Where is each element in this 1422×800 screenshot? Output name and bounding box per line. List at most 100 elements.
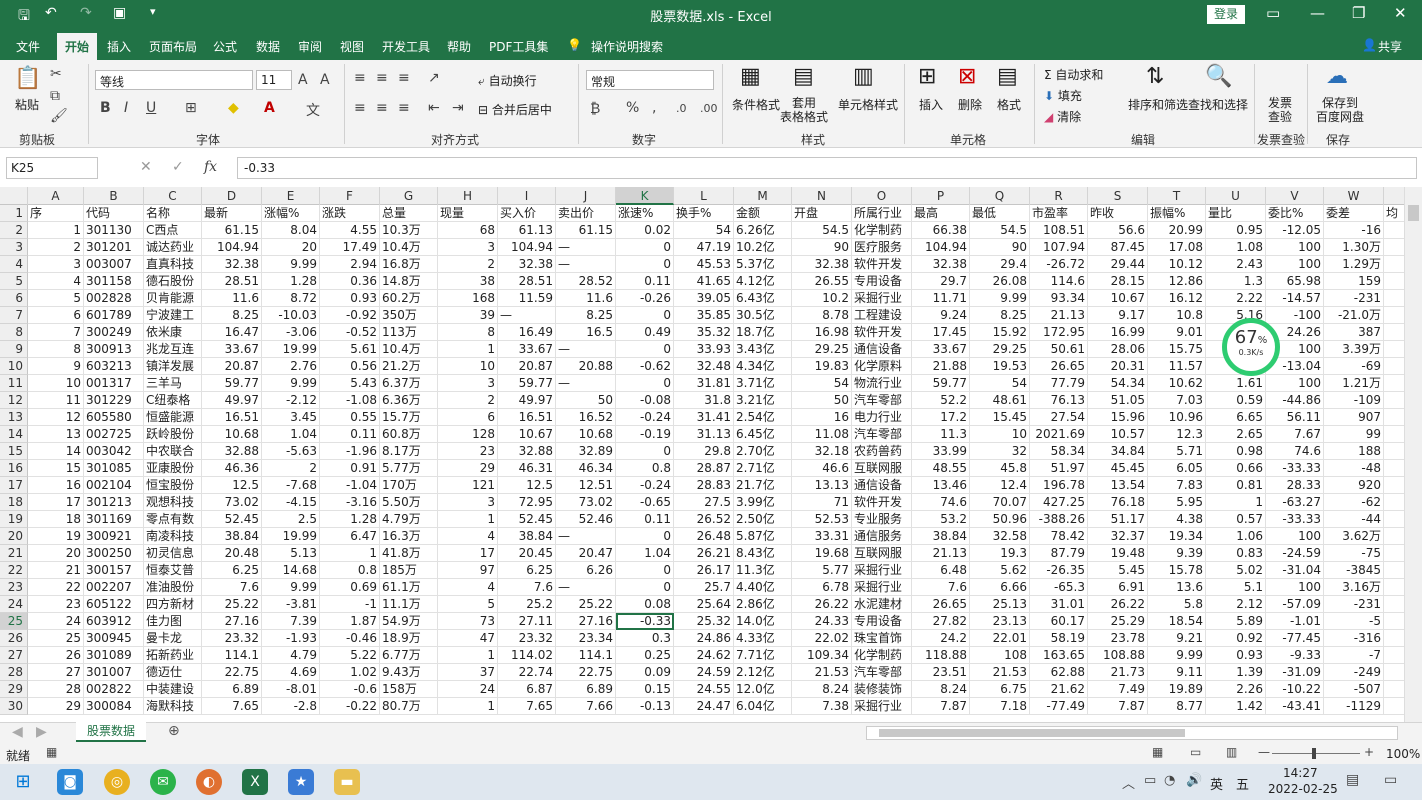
table-cell[interactable]: 33.99 (912, 443, 970, 460)
table-cell[interactable]: 7.39 (262, 613, 320, 630)
table-cell[interactable]: 12.0亿 (734, 681, 792, 698)
table-cell[interactable]: 7.87 (1088, 698, 1148, 715)
table-cell[interactable]: 1.28 (320, 511, 380, 528)
table-cell[interactable]: 114.6 (1030, 273, 1088, 290)
table-cell[interactable]: 恒泰艾普 (144, 562, 202, 579)
table-cell[interactable]: 28 (28, 681, 84, 698)
table-cell[interactable]: 104.94 (912, 239, 970, 256)
table-cell[interactable]: 3.99亿 (734, 494, 792, 511)
table-cell[interactable]: 物流行业 (852, 375, 912, 392)
table-cell[interactable]: 51.97 (1030, 460, 1088, 477)
table-cell[interactable]: 128 (438, 426, 498, 443)
table-cell[interactable]: 4.55 (320, 222, 380, 239)
table-cell[interactable]: 17 (438, 545, 498, 562)
ime-layout[interactable]: 五 (1236, 774, 1249, 793)
table-cell[interactable]: 18.9万 (380, 630, 438, 647)
table-cell[interactable]: 28.06 (1088, 341, 1148, 358)
insert-function-icon[interactable]: fx (204, 159, 217, 175)
table-cell[interactable]: -10.03 (262, 307, 320, 324)
table-cell[interactable]: 25.22 (556, 596, 616, 613)
cut-icon[interactable]: ✂ (50, 66, 62, 82)
tab-help[interactable]: 帮助 (447, 38, 471, 55)
table-cell[interactable]: 23.32 (498, 630, 556, 647)
table-cell[interactable]: 32.18 (792, 443, 852, 460)
column-header[interactable]: D (202, 187, 262, 205)
row-header[interactable]: 23 (0, 579, 28, 596)
table-cell[interactable]: 10.67 (1088, 290, 1148, 307)
table-cell[interactable]: 三羊马 (144, 375, 202, 392)
table-cell[interactable]: 28.51 (202, 273, 262, 290)
table-cell[interactable]: -0.24 (616, 409, 674, 426)
table-cell[interactable]: 603912 (84, 613, 144, 630)
row-header[interactable]: 25 (0, 613, 28, 630)
table-cell[interactable]: -65.3 (1030, 579, 1088, 596)
table-cell[interactable]: 32.38 (202, 256, 262, 273)
table-cell[interactable]: 301158 (84, 273, 144, 290)
table-cell[interactable]: 6.78 (792, 579, 852, 596)
table-cell[interactable]: 1.21万 (1324, 375, 1384, 392)
table-cell[interactable]: 20.87 (498, 358, 556, 375)
table-cell[interactable]: 0 (616, 239, 674, 256)
table-cell[interactable]: 装修装饰 (852, 681, 912, 698)
column-header[interactable]: W (1324, 187, 1384, 205)
table-cell[interactable]: 7 (28, 324, 84, 341)
row-header[interactable]: 7 (0, 307, 28, 324)
table-cell[interactable]: 002207 (84, 579, 144, 596)
table-cell[interactable]: 通信设备 (852, 341, 912, 358)
table-cell[interactable]: -62 (1324, 494, 1384, 511)
table-cell[interactable]: 24.47 (674, 698, 734, 715)
tell-me-search[interactable]: 操作说明搜索 (591, 38, 663, 55)
table-cell[interactable]: 汽车零部 (852, 664, 912, 681)
table-cell[interactable]: 5.77 (792, 562, 852, 579)
table-cell[interactable]: 13.13 (792, 477, 852, 494)
table-cell[interactable]: 11.3 (912, 426, 970, 443)
table-cell[interactable]: 21.2万 (380, 358, 438, 375)
table-cell[interactable]: 6.37万 (380, 375, 438, 392)
table-cell[interactable]: 医疗服务 (852, 239, 912, 256)
table-cell[interactable]: 62.88 (1030, 664, 1088, 681)
table-cell[interactable]: 7.71亿 (734, 647, 792, 664)
column-header[interactable]: A (28, 187, 84, 205)
table-cell[interactable]: 7.03 (1148, 392, 1206, 409)
table-cell[interactable]: 2.94 (320, 256, 380, 273)
table-cell[interactable]: 002828 (84, 290, 144, 307)
table-cell[interactable]: 300084 (84, 698, 144, 715)
table-cell[interactable]: 301213 (84, 494, 144, 511)
cell-style-icon[interactable]: ▥ (853, 64, 874, 89)
table-cell[interactable]: 196.78 (1030, 477, 1088, 494)
copy-icon[interactable]: ⧉ (50, 88, 60, 104)
table-cell[interactable]: 10.62 (1148, 375, 1206, 392)
tab-data[interactable]: 数据 (256, 38, 280, 55)
table-cell[interactable]: 17.45 (912, 324, 970, 341)
table-cell[interactable]: 22 (28, 579, 84, 596)
table-cell[interactable]: 30.5亿 (734, 307, 792, 324)
table-cell[interactable]: 15.92 (970, 324, 1030, 341)
table-cell[interactable]: -14.57 (1266, 290, 1324, 307)
table-cell[interactable]: 0.55 (320, 409, 380, 426)
table-cell[interactable]: 海默科技 (144, 698, 202, 715)
table-cell[interactable]: 108 (970, 647, 1030, 664)
table-cell[interactable]: 61.15 (202, 222, 262, 239)
table-cell[interactable]: 58.19 (1030, 630, 1088, 647)
table-cell[interactable]: 2.12 (1206, 596, 1266, 613)
table-cell[interactable]: -44.86 (1266, 392, 1324, 409)
table-cell[interactable]: 300157 (84, 562, 144, 579)
table-cell[interactable]: 9.99 (970, 290, 1030, 307)
table-cell[interactable]: 26.08 (970, 273, 1030, 290)
column-title-cell[interactable]: 名称 (144, 205, 202, 222)
table-cell[interactable]: 9.99 (1148, 647, 1206, 664)
table-cell[interactable]: 6.05 (1148, 460, 1206, 477)
notes-icon[interactable]: ▤ (1346, 772, 1359, 788)
table-cell[interactable]: 001317 (84, 375, 144, 392)
table-cell[interactable]: -9.33 (1266, 647, 1324, 664)
table-cell[interactable]: 28.51 (498, 273, 556, 290)
tab-review[interactable]: 审阅 (298, 38, 322, 55)
table-cell[interactable]: 45.8 (970, 460, 1030, 477)
tab-view[interactable]: 视图 (340, 38, 364, 55)
table-cell[interactable]: 60.2万 (380, 290, 438, 307)
table-cell[interactable]: 25.2 (498, 596, 556, 613)
align-middle-icon[interactable]: ≡ (376, 70, 388, 86)
row-header[interactable]: 26 (0, 630, 28, 647)
table-cell[interactable]: 12.86 (1148, 273, 1206, 290)
table-cell[interactable]: 3.43亿 (734, 341, 792, 358)
